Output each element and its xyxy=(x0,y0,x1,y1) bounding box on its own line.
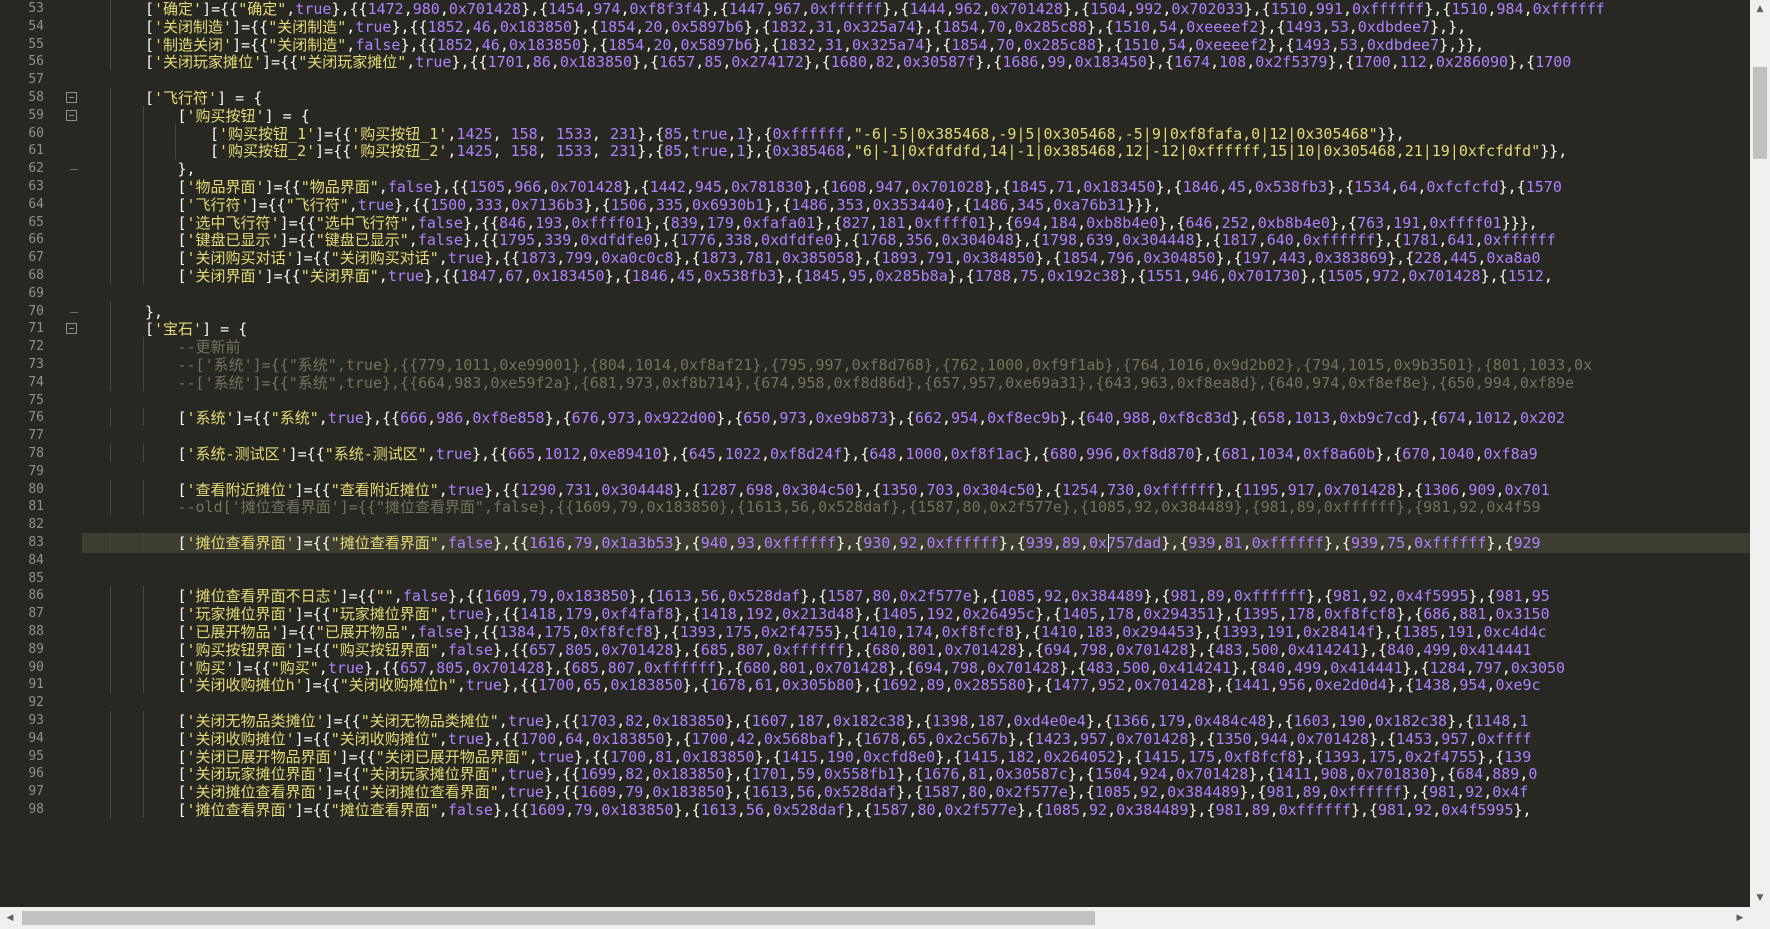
indent-guide xyxy=(110,212,111,231)
indent-guide xyxy=(110,0,111,17)
indent-guide xyxy=(142,800,144,818)
indent-guide xyxy=(142,105,144,124)
indent-guide xyxy=(110,141,111,160)
indent-guide xyxy=(110,319,111,338)
indent-guide xyxy=(110,622,111,640)
code-line[interactable]: ['摊位查看界面']={{"摊位查看界面",false},{{1609,79,0… xyxy=(82,800,1750,820)
indent-guide xyxy=(142,444,144,462)
indent-guide xyxy=(142,746,144,765)
indent-guide xyxy=(142,639,144,658)
scrollbar-corner xyxy=(1750,907,1770,929)
indent-guide xyxy=(110,782,111,800)
scroll-right-arrow-icon[interactable]: ▶ xyxy=(1730,907,1750,929)
fold-end-marker xyxy=(70,169,78,171)
indent-guide xyxy=(142,266,144,284)
indent-guide xyxy=(142,194,144,213)
indent-guide xyxy=(110,764,111,783)
vertical-scroll-thumb[interactable] xyxy=(1753,66,1767,159)
indent-guide xyxy=(110,159,111,177)
indent-guide xyxy=(110,248,111,266)
indent-guide xyxy=(142,212,144,231)
indent-guide xyxy=(110,372,111,391)
indent-guide xyxy=(142,533,144,551)
indent-guide xyxy=(142,711,144,729)
indent-guide xyxy=(110,230,111,249)
indent-guide xyxy=(110,123,111,142)
indent-guide xyxy=(142,586,144,605)
indent-guide xyxy=(110,444,111,462)
indent-guide xyxy=(110,301,111,320)
fold-toggle-icon[interactable] xyxy=(66,323,77,335)
indent-guide xyxy=(142,372,144,391)
text-cursor xyxy=(1108,534,1109,552)
indent-guide xyxy=(110,746,111,765)
indent-guide xyxy=(142,230,144,249)
code-editor[interactable]: 53 54 55 56 57 58 59 60 61 62 63 64 65 66 67 68 69 70 71 72… xyxy=(0,0,1770,929)
line-number: 98 xyxy=(28,802,44,817)
indent-guide xyxy=(142,622,144,640)
fold-toggle-icon[interactable] xyxy=(66,109,77,121)
code-area[interactable]: ['确定']={{"确定",true},{{1472,980,0x701428}… xyxy=(82,0,1750,907)
indent-guide xyxy=(110,52,111,71)
scroll-up-arrow-icon[interactable]: ▲ xyxy=(1750,0,1770,18)
indent-guide xyxy=(110,194,111,213)
indent-guide xyxy=(110,675,111,694)
indent-guide xyxy=(142,764,144,783)
indent-guide xyxy=(110,657,111,676)
indent-guide xyxy=(110,604,111,622)
indent-guide xyxy=(110,266,111,284)
indent-guide xyxy=(110,728,111,747)
indent-guide xyxy=(142,355,144,373)
indent-guide xyxy=(110,105,111,124)
indent-guide xyxy=(110,586,111,605)
indent-guide xyxy=(142,123,144,142)
fold-end-marker xyxy=(70,311,78,313)
indent-guide xyxy=(142,177,144,195)
indent-guide xyxy=(142,141,144,160)
indent-guide xyxy=(142,675,144,694)
horizontal-scroll-thumb[interactable] xyxy=(22,911,1095,925)
indent-guide xyxy=(110,479,111,498)
indent-guide xyxy=(142,604,144,622)
indent-guide xyxy=(110,639,111,658)
fold-toggle-icon[interactable] xyxy=(66,92,77,103)
indent-guide xyxy=(142,479,144,498)
indent-guide xyxy=(142,728,144,747)
line-number-gutter: 53 54 55 56 57 58 59 60 61 62 63 64 65 66 67 68 69 70 71 72… xyxy=(0,0,82,907)
indent-guide xyxy=(175,141,176,160)
indent-guide xyxy=(110,355,111,373)
indent-guide xyxy=(110,711,111,729)
indent-guide xyxy=(142,337,144,355)
vertical-scrollbar[interactable]: ▲ ▼ xyxy=(1750,0,1770,907)
code-text: ['摊位查看界面']={{"摊位查看界面",false},{{1609,79,0… xyxy=(177,801,1532,819)
indent-guide xyxy=(142,782,144,800)
indent-guide xyxy=(110,408,111,427)
horizontal-scrollbar[interactable]: ◀ ▶ xyxy=(0,907,1750,929)
scroll-left-arrow-icon[interactable]: ◀ xyxy=(0,907,20,929)
indent-guide xyxy=(142,657,144,676)
indent-guide xyxy=(110,533,111,551)
indent-guide xyxy=(142,159,144,177)
indent-guide xyxy=(110,337,111,355)
indent-guide xyxy=(110,177,111,195)
indent-guide xyxy=(110,88,111,106)
indent-guide xyxy=(142,248,144,266)
indent-guide xyxy=(110,800,111,818)
indent-guide xyxy=(142,497,144,516)
indent-guide xyxy=(110,497,111,516)
scroll-down-arrow-icon[interactable]: ▼ xyxy=(1750,889,1770,907)
indent-guide xyxy=(110,16,111,35)
indent-guide xyxy=(142,408,144,427)
indent-guide xyxy=(175,123,176,142)
indent-guide xyxy=(110,34,111,53)
